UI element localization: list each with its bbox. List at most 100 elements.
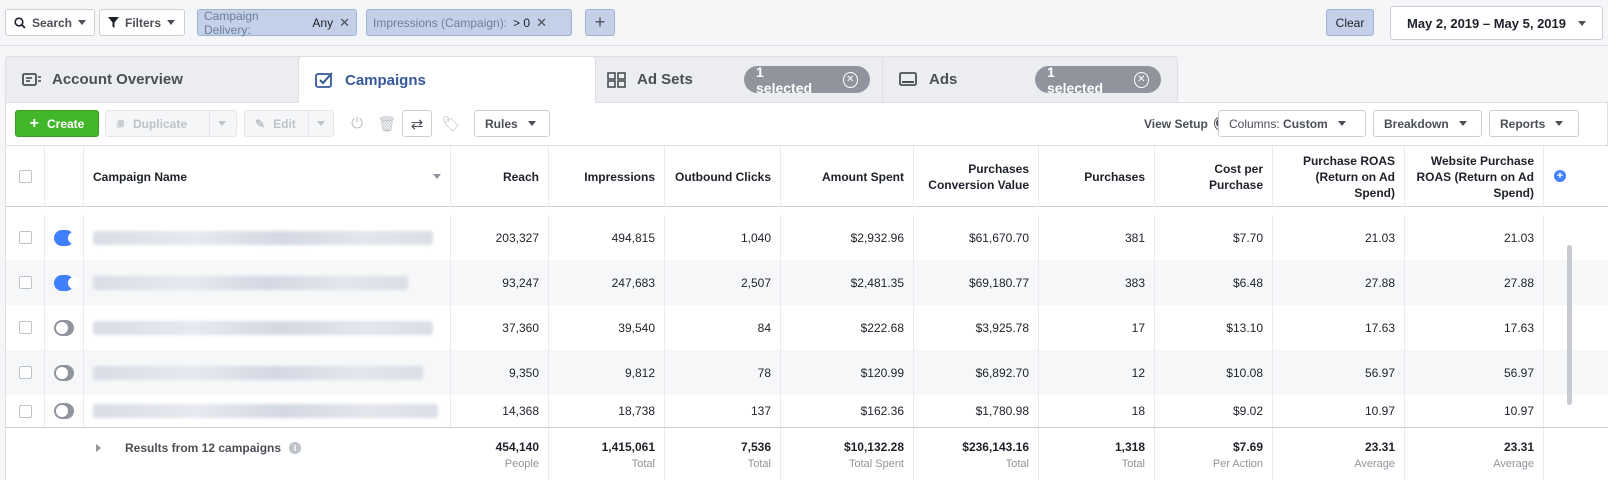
selected-count-pill[interactable]: 1 selected ✕ <box>1035 63 1161 96</box>
close-circle-icon[interactable]: ✕ <box>1133 71 1149 88</box>
close-circle-icon[interactable]: ✕ <box>842 71 858 88</box>
cell-reach: 93,247 <box>451 260 549 305</box>
view-setup-label: View Setup <box>1144 116 1208 131</box>
total-purchases: 1,318 Total <box>1039 428 1155 480</box>
table-row[interactable]: 203,327 494,815 1,040 $2,932.96 $61,670.70 38… <box>6 215 1608 260</box>
filter-chip-campaign-delivery[interactable]: Campaign Delivery: Any ✕ <box>197 9 357 37</box>
selected-count-label: 1 selected <box>1047 63 1104 96</box>
row-checkbox[interactable] <box>18 276 32 289</box>
cell-cpp: $7.70 <box>1155 215 1273 260</box>
cell-outbound: 78 <box>665 350 781 395</box>
sort-caret-icon[interactable] <box>433 174 441 179</box>
chevron-down-icon <box>1555 121 1564 126</box>
edit-button[interactable]: ✎ Edit <box>244 110 334 137</box>
cell-outbound: 1,040 <box>665 215 781 260</box>
columns-label: Columns: Custom <box>1229 116 1328 131</box>
campaign-name-cell[interactable] <box>84 350 451 395</box>
cell-reach: 203,327 <box>451 215 549 260</box>
tag-button[interactable]: 🏷 <box>436 110 466 137</box>
redacted-campaign-name <box>93 320 433 335</box>
cell-pcv: $61,670.70 <box>914 215 1039 260</box>
redacted-campaign-name <box>93 365 423 380</box>
row-checkbox[interactable] <box>18 404 32 418</box>
cell-reach: 37,360 <box>451 305 549 350</box>
table-row[interactable]: 14,368 18,738 137 $162.36 $1,780.98 18 $9.02 10… <box>6 395 1608 427</box>
column-header-campaign-name[interactable]: Campaign Name <box>84 146 451 207</box>
column-header-purchases-conversion-value[interactable]: Purchases Conversion Value <box>914 146 1039 207</box>
column-header-purchase-roas[interactable]: Purchase ROAS (Return on Ad Spend) <box>1273 146 1405 207</box>
columns-dropdown[interactable]: Columns: Custom <box>1218 110 1366 137</box>
tab-ads[interactable]: Ads 1 selected ✕ <box>882 56 1178 102</box>
table-row[interactable]: 93,247 247,683 2,507 $2,481.35 $69,180.77 383… <box>6 260 1608 305</box>
rules-dropdown[interactable]: Rules <box>474 110 550 137</box>
cell-spent: $2,932.96 <box>781 215 914 260</box>
campaign-name-cell[interactable] <box>84 395 451 427</box>
vertical-scrollbar[interactable] <box>1567 245 1572 405</box>
clear-button[interactable]: Clear <box>1326 9 1374 36</box>
selected-count-pill[interactable]: 1 selected ✕ <box>744 64 870 96</box>
toggle-column-header <box>45 146 84 207</box>
tab-campaigns[interactable]: Campaigns <box>298 56 596 103</box>
breakdown-dropdown[interactable]: Breakdown <box>1373 110 1482 137</box>
column-header-impressions[interactable]: Impressions <box>549 146 665 207</box>
cell-roas: 21.03 <box>1273 215 1405 260</box>
add-filter-button[interactable]: + <box>585 9 615 36</box>
table-row[interactable]: 9,350 9,812 78 $120.99 $6,892.70 12 $10.08 56.9… <box>6 350 1608 395</box>
cell-impressions: 9,812 <box>549 350 665 395</box>
tab-account-overview[interactable]: Account Overview <box>5 56 305 102</box>
cell-reach: 14,368 <box>451 395 549 427</box>
filters-button[interactable]: Filters <box>99 9 185 36</box>
column-header-cost-per-purchase[interactable]: Cost per Purchase <box>1155 146 1273 207</box>
campaign-status-toggle[interactable] <box>54 229 80 246</box>
campaign-name-cell[interactable] <box>84 305 451 350</box>
table-toolbar: + Create Duplicate ✎ Edit ⏻ 🗑 ⇄ 🏷 Rules … <box>5 102 1608 145</box>
column-header-outbound-clicks[interactable]: Outbound Clicks <box>665 146 781 207</box>
filter-chip-impressions[interactable]: Impressions (Campaign): > 0 ✕ <box>366 9 572 36</box>
tab-label: Ad Sets <box>637 71 693 88</box>
campaign-status-toggle[interactable] <box>54 403 74 419</box>
expand-caret-icon[interactable] <box>96 444 101 452</box>
total-purchase-roas: 23.31 Average <box>1273 428 1405 480</box>
reports-label: Reports <box>1500 116 1546 131</box>
delete-button[interactable]: 🗑 <box>372 110 402 137</box>
row-checkbox[interactable] <box>18 231 32 244</box>
cell-roas: 17.63 <box>1273 305 1405 350</box>
row-checkbox[interactable] <box>18 321 32 334</box>
toggle-status-button[interactable]: ⏻ <box>342 110 372 137</box>
select-all-checkbox[interactable] <box>18 170 32 183</box>
campaign-name-cell[interactable] <box>84 215 451 260</box>
info-icon[interactable]: i <box>289 442 302 454</box>
redacted-campaign-name <box>93 230 433 245</box>
column-header-reach[interactable]: Reach <box>451 146 549 207</box>
filter-bar: Search Filters Campaign Delivery: Any ✕ … <box>0 0 1608 46</box>
ad-monitor-icon <box>899 71 917 86</box>
reports-dropdown[interactable]: Reports <box>1489 110 1579 137</box>
column-header-amount-spent[interactable]: Amount Spent <box>781 146 914 207</box>
create-button[interactable]: + Create <box>15 110 99 137</box>
chip-value: Any <box>312 15 334 30</box>
duplicate-button[interactable]: Duplicate <box>105 110 237 137</box>
column-header-website-purchase-roas[interactable]: Website Purchase ROAS (Return on Ad Spen… <box>1405 146 1544 207</box>
cell-cpp: $6.48 <box>1155 260 1273 305</box>
campaign-status-toggle[interactable] <box>54 274 80 291</box>
chevron-down-icon <box>527 121 536 126</box>
trash-icon: 🗑 <box>377 115 397 133</box>
add-column-icon[interactable]: + <box>1554 170 1566 182</box>
cell-purchases: 12 <box>1039 350 1155 395</box>
close-icon[interactable]: ✕ <box>339 15 350 31</box>
close-icon[interactable]: ✕ <box>536 15 547 31</box>
tab-ad-sets[interactable]: Ad Sets 1 selected ✕ <box>590 56 886 102</box>
edit-label: Edit <box>273 116 296 131</box>
row-checkbox[interactable] <box>18 366 32 379</box>
table-row[interactable]: 37,360 39,540 84 $222.68 $3,925.78 17 $13.10 17… <box>6 305 1608 350</box>
account-overview-icon <box>22 72 41 86</box>
campaign-status-toggle[interactable] <box>54 364 74 381</box>
total-outbound-clicks: 7,536 Total <box>665 428 781 480</box>
redacted-campaign-name <box>93 275 408 290</box>
campaign-status-toggle[interactable] <box>54 319 74 336</box>
campaign-name-cell[interactable] <box>84 260 451 305</box>
search-button[interactable]: Search <box>5 9 95 36</box>
date-range-picker[interactable]: May 2, 2019 – May 5, 2019 <box>1390 6 1603 40</box>
ab-test-button[interactable]: ⇄ <box>402 110 432 137</box>
column-header-purchases[interactable]: Purchases <box>1039 146 1155 207</box>
